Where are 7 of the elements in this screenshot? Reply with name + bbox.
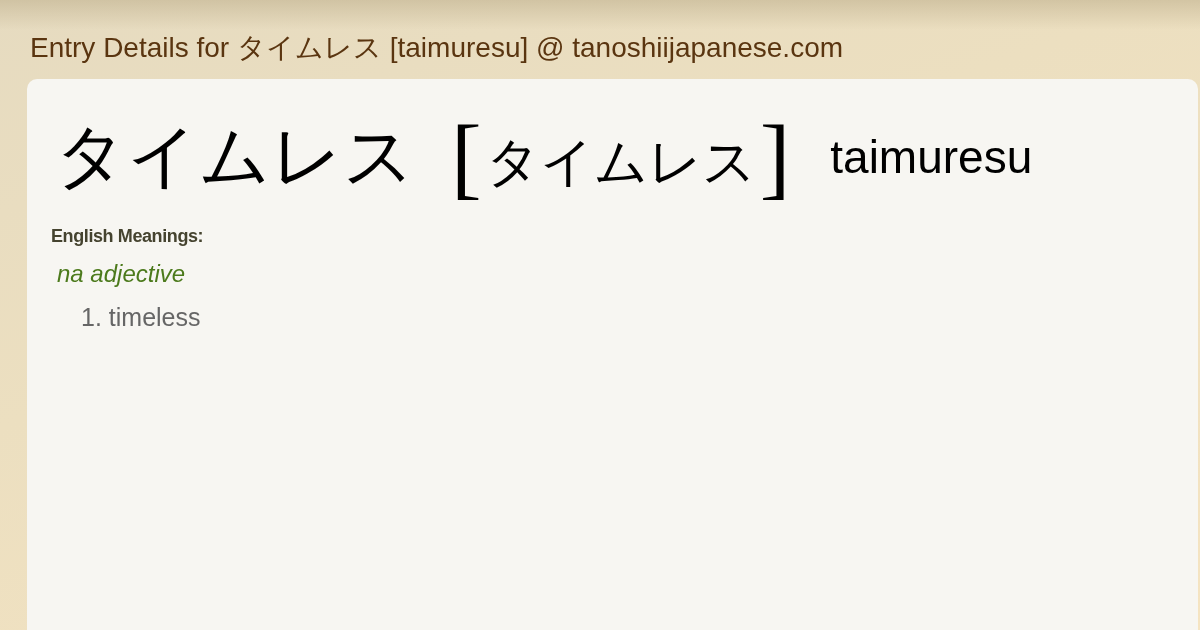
kana-reading: [タイムレス]: [451, 111, 791, 203]
meaning-item: 1. timeless: [81, 302, 201, 332]
part-of-speech: na adjective: [57, 260, 186, 288]
page-title: Entry Details for タイムレス [taimuresu] @ tanoshiijapanese.com: [30, 31, 844, 65]
romaji-reading: taimuresu: [830, 130, 1033, 185]
meanings-label: English Meanings:: [51, 225, 204, 247]
headword: タイムレス: [55, 117, 415, 197]
